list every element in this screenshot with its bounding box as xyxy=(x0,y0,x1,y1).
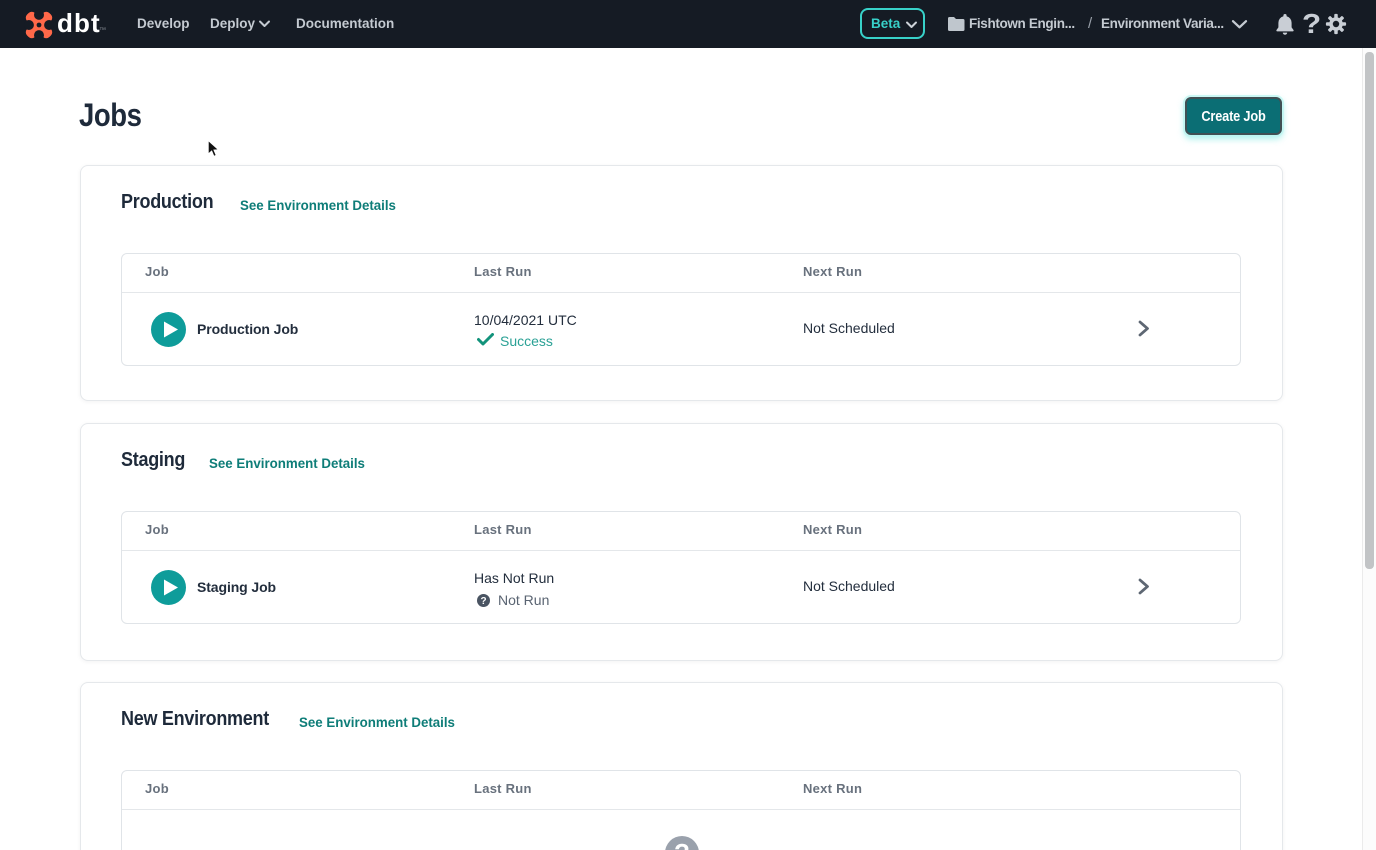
svg-text:?: ? xyxy=(674,838,690,850)
svg-text:?: ? xyxy=(480,596,486,607)
